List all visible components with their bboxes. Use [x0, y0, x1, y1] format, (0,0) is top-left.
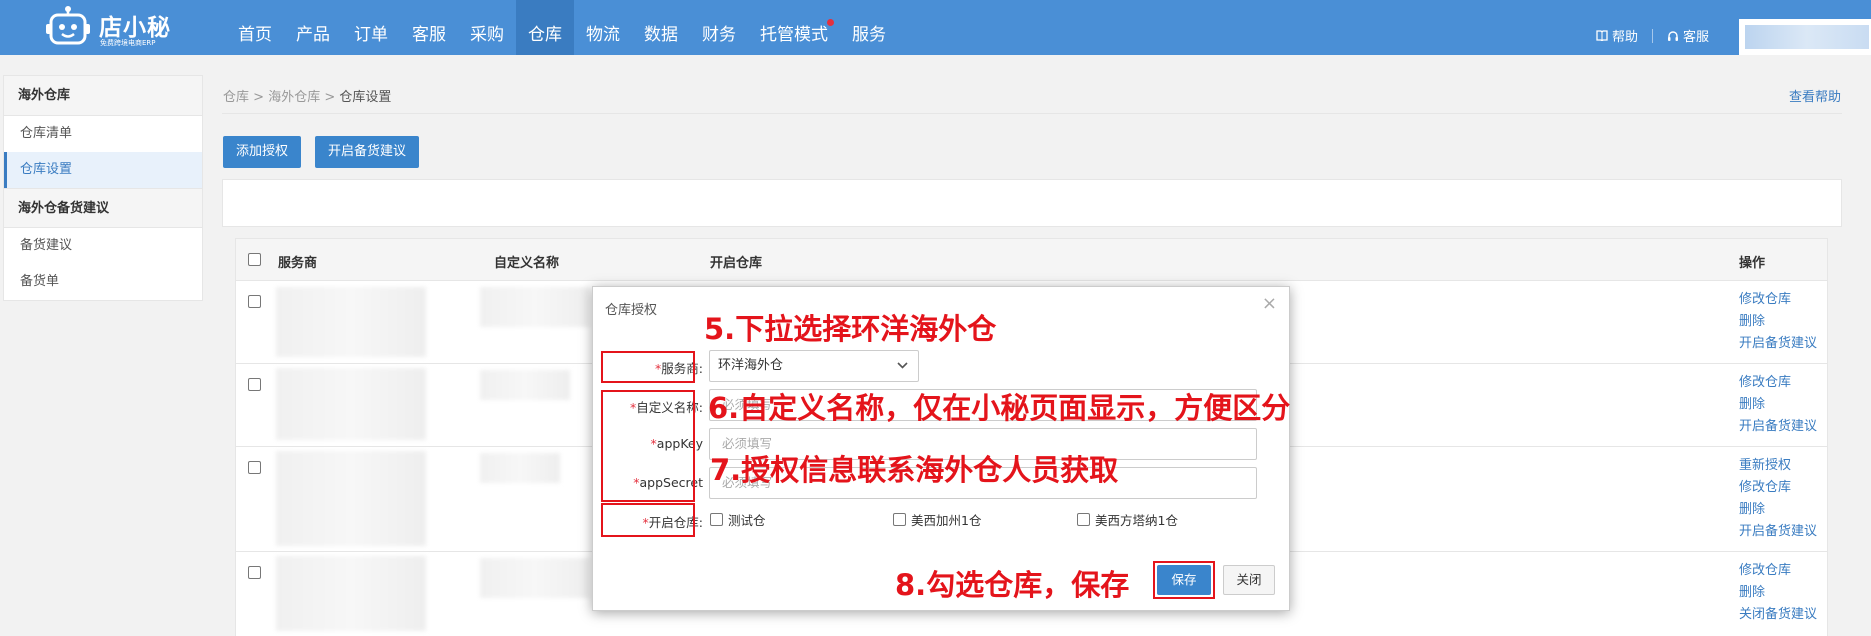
- nav-item-10[interactable]: 服务: [840, 0, 898, 55]
- row-ops: 修改仓库 删除 开启备货建议: [1739, 289, 1817, 355]
- sidebar-item-restock-advice[interactable]: 备货建议: [4, 228, 202, 264]
- row-checkbox[interactable]: [248, 295, 261, 308]
- filter-area: [222, 179, 1842, 227]
- logo[interactable]: 店小秘 免费跨境电商ERP: [45, 4, 195, 50]
- headset-icon: [1667, 30, 1678, 41]
- sidebar-item-warehouse-list[interactable]: 仓库清单: [4, 116, 202, 152]
- breadcrumb-warehouse[interactable]: 仓库: [223, 90, 249, 105]
- highlight-provider: [601, 351, 695, 383]
- header-custom-name: 自定义名称: [494, 256, 560, 271]
- annotation-step5: 5.下拉选择环洋海外仓: [704, 312, 997, 346]
- divider: [222, 113, 1842, 114]
- annotation-step7: 7.授权信息联系海外仓人员获取: [710, 453, 1119, 487]
- logo-name: 店小秘: [99, 15, 171, 41]
- customer-service-link[interactable]: 客服: [1653, 26, 1723, 45]
- nav-item-9[interactable]: 托管模式: [748, 0, 840, 55]
- header-ops: 操作: [1739, 256, 1766, 271]
- breadcrumb-current: 仓库设置: [339, 90, 392, 105]
- blurred-name: [480, 370, 570, 400]
- blurred-account-name: [1745, 24, 1869, 49]
- annotation-step6: 6.自定义名称，仅在小秘页面显示，方便区分: [708, 391, 1291, 425]
- row-ops: 修改仓库 删除 开启备货建议: [1739, 372, 1817, 438]
- top-navigation-bar: 店小秘 免费跨境电商ERP 首页 产品 订单 客服 采购 仓库 物流 数据 财务 托管模式 服务 帮…: [0, 0, 1871, 55]
- blurred-name: [480, 287, 590, 327]
- sidebar: 海外仓库 仓库清单 仓库设置 海外仓备货建议 备货建议 备货单: [3, 75, 203, 301]
- breadcrumb: 仓库 > 海外仓库 > 仓库设置: [223, 90, 392, 105]
- select-all-checkbox[interactable]: [248, 253, 261, 266]
- row-ops: 重新授权 修改仓库 删除 开启备货建议: [1739, 455, 1817, 543]
- logo-subtitle: 免费跨境电商ERP: [100, 39, 156, 47]
- nav-item-4[interactable]: 采购: [458, 0, 516, 55]
- sidebar-item-warehouse-settings[interactable]: 仓库设置: [4, 152, 202, 188]
- op-link[interactable]: 开启备货建议: [1739, 333, 1817, 355]
- enable-restock-advice-button[interactable]: 开启备货建议: [315, 136, 420, 168]
- highlight-save: [1153, 561, 1215, 599]
- op-link[interactable]: 重新授权: [1739, 455, 1817, 477]
- highlight-warehouses: [601, 503, 695, 537]
- op-link[interactable]: 开启备货建议: [1739, 416, 1817, 438]
- op-link[interactable]: 开启备货建议: [1739, 521, 1817, 543]
- op-link[interactable]: 关闭备货建议: [1739, 604, 1817, 626]
- help-label: 帮助: [1611, 30, 1638, 45]
- chevron-down-icon: [897, 362, 908, 369]
- nav-item-3[interactable]: 客服: [400, 0, 458, 55]
- header-warehouses: 开启仓库: [710, 256, 763, 271]
- provider-selected-value: 环洋海外仓: [718, 358, 784, 373]
- view-help-link[interactable]: 查看帮助: [1789, 86, 1841, 105]
- op-link[interactable]: 修改仓库: [1739, 372, 1817, 394]
- robot-logo-icon: [46, 6, 90, 45]
- close-icon[interactable]: ×: [1262, 293, 1277, 314]
- nav-item-6[interactable]: 物流: [574, 0, 632, 55]
- checkbox[interactable]: [1077, 513, 1090, 526]
- nav-item-1[interactable]: 产品: [284, 0, 342, 55]
- nav-item-7[interactable]: 数据: [632, 0, 690, 55]
- top-right-links: 帮助 客服: [1582, 0, 1871, 55]
- op-link[interactable]: 修改仓库: [1739, 477, 1817, 499]
- row-checkbox[interactable]: [248, 378, 261, 391]
- op-link[interactable]: 修改仓库: [1739, 560, 1817, 582]
- close-button[interactable]: 关闭: [1223, 565, 1275, 595]
- nav-item-5[interactable]: 仓库: [516, 0, 574, 55]
- notification-dot: [827, 19, 834, 26]
- service-label: 客服: [1682, 30, 1709, 45]
- nav-item-8[interactable]: 财务: [690, 0, 748, 55]
- blurred-provider: [276, 368, 426, 440]
- warehouse-option-us-west-fontana1[interactable]: 美西方塔纳1仓: [1077, 510, 1178, 529]
- warehouse-option-us-west-ca1[interactable]: 美西加州1仓: [893, 510, 981, 529]
- nav-item-0[interactable]: 首页: [226, 0, 284, 55]
- book-icon: [1596, 30, 1608, 41]
- help-link[interactable]: 帮助: [1582, 26, 1652, 45]
- highlight-auth-fields: [601, 390, 695, 502]
- blurred-provider: [276, 556, 426, 631]
- row-ops: 修改仓库 删除 关闭备货建议: [1739, 560, 1817, 626]
- table-header: 服务商 自定义名称 开启仓库 操作: [236, 239, 1827, 281]
- blurred-provider: [276, 451, 426, 546]
- nav-item-2[interactable]: 订单: [342, 0, 400, 55]
- blurred-provider: [276, 287, 426, 357]
- op-link[interactable]: 删除: [1739, 582, 1817, 604]
- user-account-box[interactable]: [1739, 18, 1871, 55]
- blurred-name: [480, 558, 590, 598]
- dialog-title: 仓库授权: [605, 303, 658, 318]
- blurred-name: [480, 453, 560, 483]
- checkbox[interactable]: [893, 513, 906, 526]
- sidebar-group-restock-advice: 海外仓备货建议: [4, 188, 202, 228]
- op-link[interactable]: 修改仓库: [1739, 289, 1817, 311]
- main-nav: 首页 产品 订单 客服 采购 仓库 物流 数据 财务 托管模式 服务: [226, 0, 898, 55]
- row-checkbox[interactable]: [248, 566, 261, 579]
- breadcrumb-overseas-warehouse[interactable]: 海外仓库: [268, 90, 320, 105]
- op-link[interactable]: 删除: [1739, 394, 1817, 416]
- header-provider: 服务商: [278, 256, 318, 271]
- op-link[interactable]: 删除: [1739, 311, 1817, 333]
- op-link[interactable]: 删除: [1739, 499, 1817, 521]
- annotation-step8: 8.勾选仓库，保存: [895, 568, 1130, 602]
- checkbox[interactable]: [710, 513, 723, 526]
- row-checkbox[interactable]: [248, 461, 261, 474]
- warehouse-option-test[interactable]: 测试仓: [710, 510, 766, 529]
- sidebar-group-overseas-warehouse: 海外仓库: [4, 76, 202, 116]
- provider-select[interactable]: 环洋海外仓: [709, 350, 919, 382]
- sidebar-item-restock-order[interactable]: 备货单: [4, 264, 202, 300]
- add-authorization-button[interactable]: 添加授权: [223, 136, 302, 168]
